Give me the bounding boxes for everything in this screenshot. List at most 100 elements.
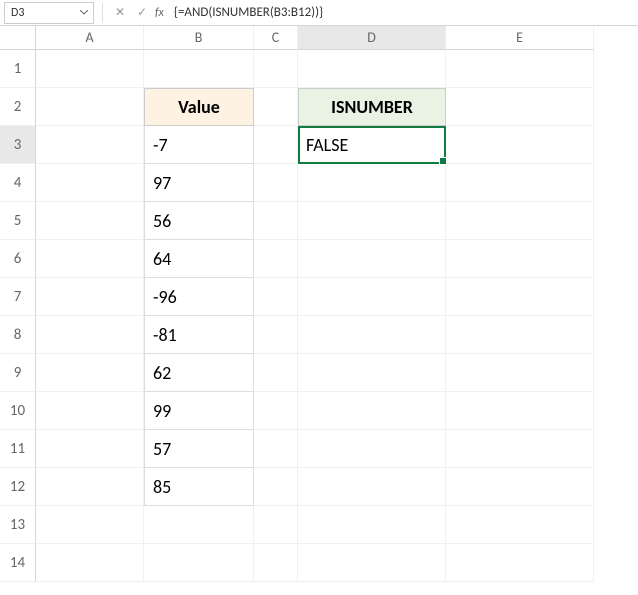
cell-c10[interactable] [254,392,298,430]
cancel-formula-button[interactable]: ✕ [111,4,129,22]
row-header-6[interactable]: 6 [0,240,36,278]
cell-e9[interactable] [446,354,594,392]
row-header-3[interactable]: 3 [0,126,36,164]
row-header-12[interactable]: 12 [0,468,36,506]
cell-d6[interactable] [298,240,446,278]
col-header-c[interactable]: C [254,26,298,50]
col-header-d[interactable]: D [298,26,446,50]
cell-d9[interactable] [298,354,446,392]
cell-b8[interactable]: -81 [144,316,254,354]
select-all-corner[interactable] [0,26,36,50]
cell-d8[interactable] [298,316,446,354]
cell-c2[interactable] [254,88,298,126]
cell-a3[interactable] [36,126,144,164]
cell-e6[interactable] [446,240,594,278]
cell-a11[interactable] [36,430,144,468]
cell-e3[interactable] [446,126,594,164]
cell-c8[interactable] [254,316,298,354]
row-12: 85 [36,468,638,506]
cell-d5[interactable] [298,202,446,240]
cell-d10[interactable] [298,392,446,430]
row-header-4[interactable]: 4 [0,164,36,202]
cell-b6[interactable]: 64 [144,240,254,278]
row-header-1[interactable]: 1 [0,50,36,88]
cell-b2[interactable]: Value [144,88,254,126]
cell-a8[interactable] [36,316,144,354]
row-header-13[interactable]: 13 [0,506,36,544]
cell-c3[interactable] [254,126,298,164]
cell-a14[interactable] [36,544,144,582]
cell-e13[interactable] [446,506,594,544]
cell-b9[interactable]: 62 [144,354,254,392]
cell-e5[interactable] [446,202,594,240]
cell-b13[interactable] [144,506,254,544]
cell-a7[interactable] [36,278,144,316]
cell-b1[interactable] [144,50,254,88]
cell-d13[interactable] [298,506,446,544]
col-header-b[interactable]: B [144,26,254,50]
row-14 [36,544,638,582]
confirm-formula-button[interactable]: ✓ [133,4,151,22]
cell-b3[interactable]: -7 [144,126,254,164]
cell-a13[interactable] [36,506,144,544]
row-header-2[interactable]: 2 [0,88,36,126]
cell-e1[interactable] [446,50,594,88]
cell-e4[interactable] [446,164,594,202]
cell-e11[interactable] [446,430,594,468]
cell-d11[interactable] [298,430,446,468]
col-header-a[interactable]: A [36,26,144,50]
cell-a4[interactable] [36,164,144,202]
cell-a1[interactable] [36,50,144,88]
cell-c9[interactable] [254,354,298,392]
cell-c7[interactable] [254,278,298,316]
fx-label[interactable]: fx [155,6,164,20]
cell-c14[interactable] [254,544,298,582]
cell-e7[interactable] [446,278,594,316]
cell-d2[interactable]: ISNUMBER [298,88,446,126]
cell-d4[interactable] [298,164,446,202]
cell-a10[interactable] [36,392,144,430]
cell-c6[interactable] [254,240,298,278]
cell-b12[interactable]: 85 [144,468,254,506]
cell-a2[interactable] [36,88,144,126]
cell-d3[interactable]: FALSE [298,126,446,164]
cell-b5[interactable]: 56 [144,202,254,240]
grid-area: A B C D E Value ISNUMBER - [36,26,638,595]
cell-e8[interactable] [446,316,594,354]
spreadsheet: 1 2 3 4 5 6 7 8 9 10 11 12 13 14 A B C D… [0,26,638,595]
cell-c4[interactable] [254,164,298,202]
cell-e14[interactable] [446,544,594,582]
cell-d12[interactable] [298,468,446,506]
cell-a6[interactable] [36,240,144,278]
cell-a9[interactable] [36,354,144,392]
cell-c13[interactable] [254,506,298,544]
cell-c12[interactable] [254,468,298,506]
cell-e2[interactable] [446,88,594,126]
cell-b11[interactable]: 57 [144,430,254,468]
cell-c5[interactable] [254,202,298,240]
cell-e10[interactable] [446,392,594,430]
cell-a12[interactable] [36,468,144,506]
name-box-dropdown-icon[interactable] [77,10,91,15]
cell-e12[interactable] [446,468,594,506]
row-header-7[interactable]: 7 [0,278,36,316]
row-header-5[interactable]: 5 [0,202,36,240]
cell-b14[interactable] [144,544,254,582]
formula-input[interactable]: {=AND(ISNUMBER(B3:B12))} [170,2,638,24]
row-header-8[interactable]: 8 [0,316,36,354]
row-header-10[interactable]: 10 [0,392,36,430]
cell-a5[interactable] [36,202,144,240]
cell-c11[interactable] [254,430,298,468]
cell-d7[interactable] [298,278,446,316]
cell-d1[interactable] [298,50,446,88]
cell-b10[interactable]: 99 [144,392,254,430]
cell-d14[interactable] [298,544,446,582]
name-box[interactable]: D3 [4,2,94,24]
cell-b4[interactable]: 97 [144,164,254,202]
cell-b7[interactable]: -96 [144,278,254,316]
col-header-e[interactable]: E [446,26,594,50]
row-header-14[interactable]: 14 [0,544,36,582]
row-header-11[interactable]: 11 [0,430,36,468]
cell-c1[interactable] [254,50,298,88]
row-header-9[interactable]: 9 [0,354,36,392]
